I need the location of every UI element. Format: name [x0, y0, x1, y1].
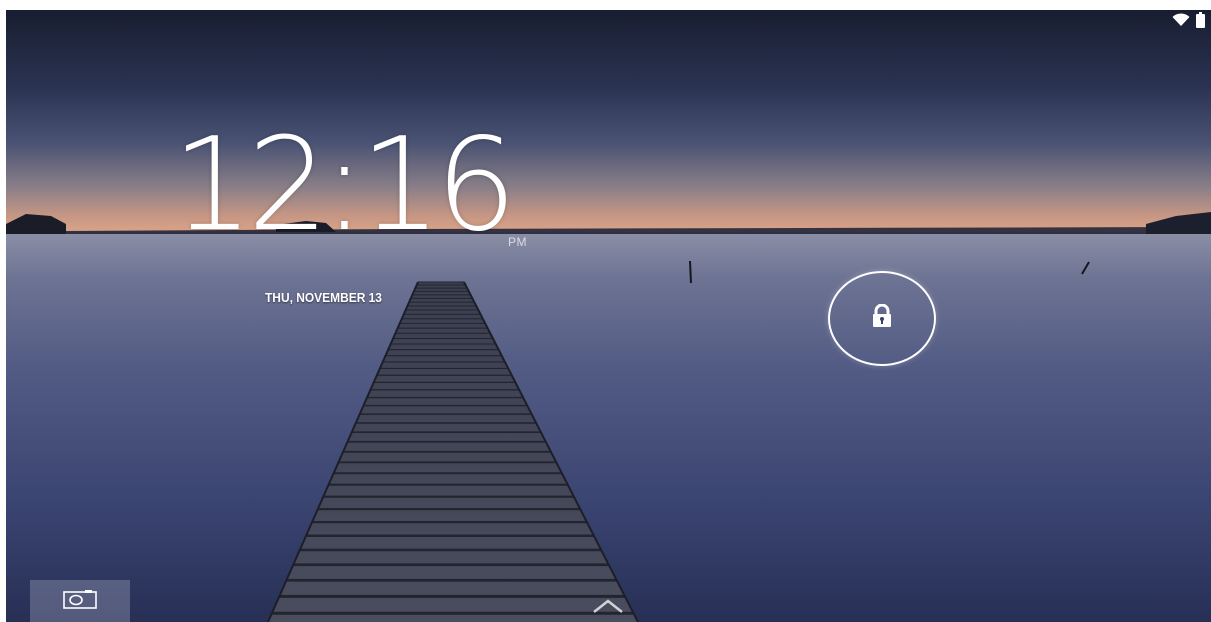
chevron-up-icon[interactable] — [591, 596, 625, 616]
wifi-icon — [1172, 12, 1190, 32]
lock-icon — [872, 303, 892, 333]
wallpaper-lake-pier — [6, 10, 1211, 622]
am-pm-indicator: PM — [508, 235, 527, 249]
lockscreen-clock: 12:16 — [172, 111, 517, 260]
status-bar — [1172, 11, 1205, 33]
camera-shortcut-button[interactable] — [30, 580, 130, 622]
camera-icon — [63, 589, 97, 614]
unlock-ring[interactable] — [828, 271, 936, 366]
lockscreen-date: THU, NOVEMBER 13 — [265, 290, 382, 305]
lock-screen: 12:16 PM THU, NOVEMBER 13 — [6, 10, 1211, 622]
battery-icon — [1196, 11, 1205, 33]
